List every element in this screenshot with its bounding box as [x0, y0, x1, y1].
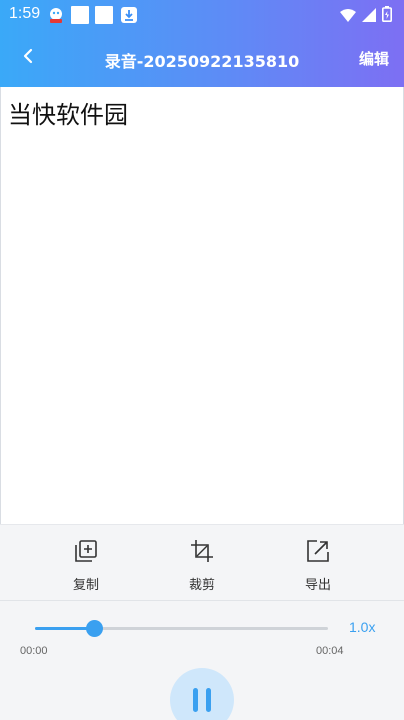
copy-icon	[46, 539, 126, 563]
playback-speed[interactable]: 1.0x	[349, 619, 375, 635]
status-bar: 1:59	[0, 0, 404, 30]
pause-icon	[206, 688, 211, 712]
export-button[interactable]: 导出	[278, 539, 358, 593]
transcript-text: 当快软件园	[8, 101, 128, 129]
app-notification-icon	[47, 6, 65, 24]
square-icon	[95, 6, 113, 24]
total-time: 00:04	[316, 645, 344, 657]
copy-label: 复制	[72, 578, 99, 593]
square-icon	[71, 6, 89, 24]
progress-slider[interactable]	[35, 620, 328, 637]
nav-bar: 录音-20250922135810 编辑	[0, 38, 404, 78]
crop-icon	[162, 539, 242, 563]
crop-label: 裁剪	[188, 578, 215, 593]
wifi-icon	[340, 7, 356, 26]
download-icon	[120, 6, 138, 24]
copy-button[interactable]: 复制	[46, 539, 126, 593]
export-label: 导出	[304, 578, 331, 593]
progress-thumb[interactable]	[85, 620, 103, 637]
battery-icon	[382, 6, 392, 26]
edit-button[interactable]: 编辑	[359, 48, 389, 69]
page-title: 录音-20250922135810	[104, 52, 300, 71]
crop-button[interactable]: 裁剪	[162, 539, 242, 593]
signal-icon	[362, 7, 376, 26]
pause-icon	[193, 688, 198, 712]
progress-fill	[35, 627, 94, 630]
app-header: 1:59 录音-20250922135810 编辑	[0, 0, 404, 87]
export-icon	[278, 539, 358, 563]
pause-button[interactable]	[170, 668, 234, 720]
player-panel: 复制 裁剪 导出 1.0x 00:00 00:04	[0, 524, 404, 720]
divider	[0, 600, 404, 601]
current-time: 00:00	[20, 645, 48, 657]
transcript-area[interactable]: 当快软件园	[0, 87, 404, 524]
status-time: 1:59	[9, 5, 41, 22]
status-right	[340, 6, 392, 26]
